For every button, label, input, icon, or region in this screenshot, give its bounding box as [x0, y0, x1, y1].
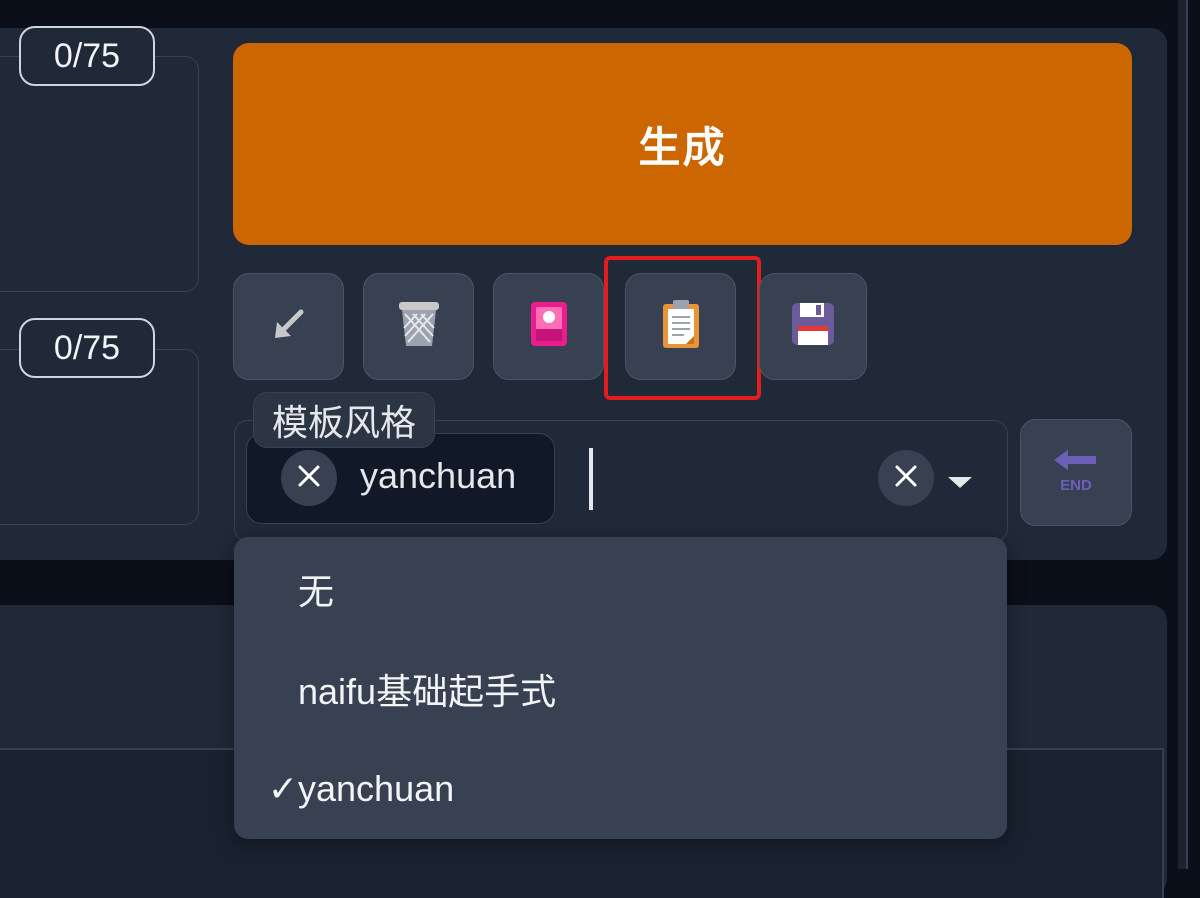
generate-button[interactable]: 生成: [233, 43, 1132, 245]
dropdown-option[interactable]: naifu基础起手式: [234, 639, 1007, 739]
dropdown-option[interactable]: ✓ yanchuan: [234, 739, 1007, 839]
styles-dropdown-menu: 无 naifu基础起手式 ✓ yanchuan: [234, 537, 1007, 839]
image-card-icon: [527, 299, 571, 354]
positive-prompt-box[interactable]: [0, 56, 199, 292]
read-generation-parameters-button[interactable]: [233, 273, 344, 380]
end-arrow-button[interactable]: END: [1020, 419, 1132, 526]
clear-styles-button[interactable]: [878, 450, 934, 506]
show-extra-networks-button[interactable]: [493, 273, 604, 380]
right-edge: [1178, 0, 1186, 869]
remove-token-button[interactable]: [281, 450, 337, 506]
option-label: naifu基础起手式: [298, 671, 557, 712]
close-icon: [296, 463, 322, 494]
check-icon: ✓: [267, 768, 298, 809]
close-icon: [893, 463, 919, 494]
trash-icon: [395, 298, 443, 355]
arrow-down-left-icon: [269, 304, 309, 349]
positive-token-counter: 0/75: [19, 26, 155, 86]
chevron-down-icon[interactable]: [948, 477, 972, 488]
selected-style-label: yanchuan: [360, 455, 517, 496]
right-edge-line: [1186, 0, 1188, 869]
end-text: END: [1060, 477, 1092, 494]
option-label: 无: [298, 571, 335, 612]
save-style-button[interactable]: [759, 273, 867, 380]
end-arrow-icon: END: [1050, 446, 1102, 499]
clear-prompt-button[interactable]: [363, 273, 474, 380]
highlight-box: [604, 256, 761, 400]
negative-token-counter: 0/75: [19, 318, 155, 378]
floppy-disk-icon: [789, 300, 837, 353]
styles-label: 模板风格: [253, 392, 436, 448]
text-caret: [589, 448, 593, 510]
option-label: yanchuan: [298, 768, 455, 809]
dropdown-option[interactable]: 无: [234, 539, 1007, 639]
